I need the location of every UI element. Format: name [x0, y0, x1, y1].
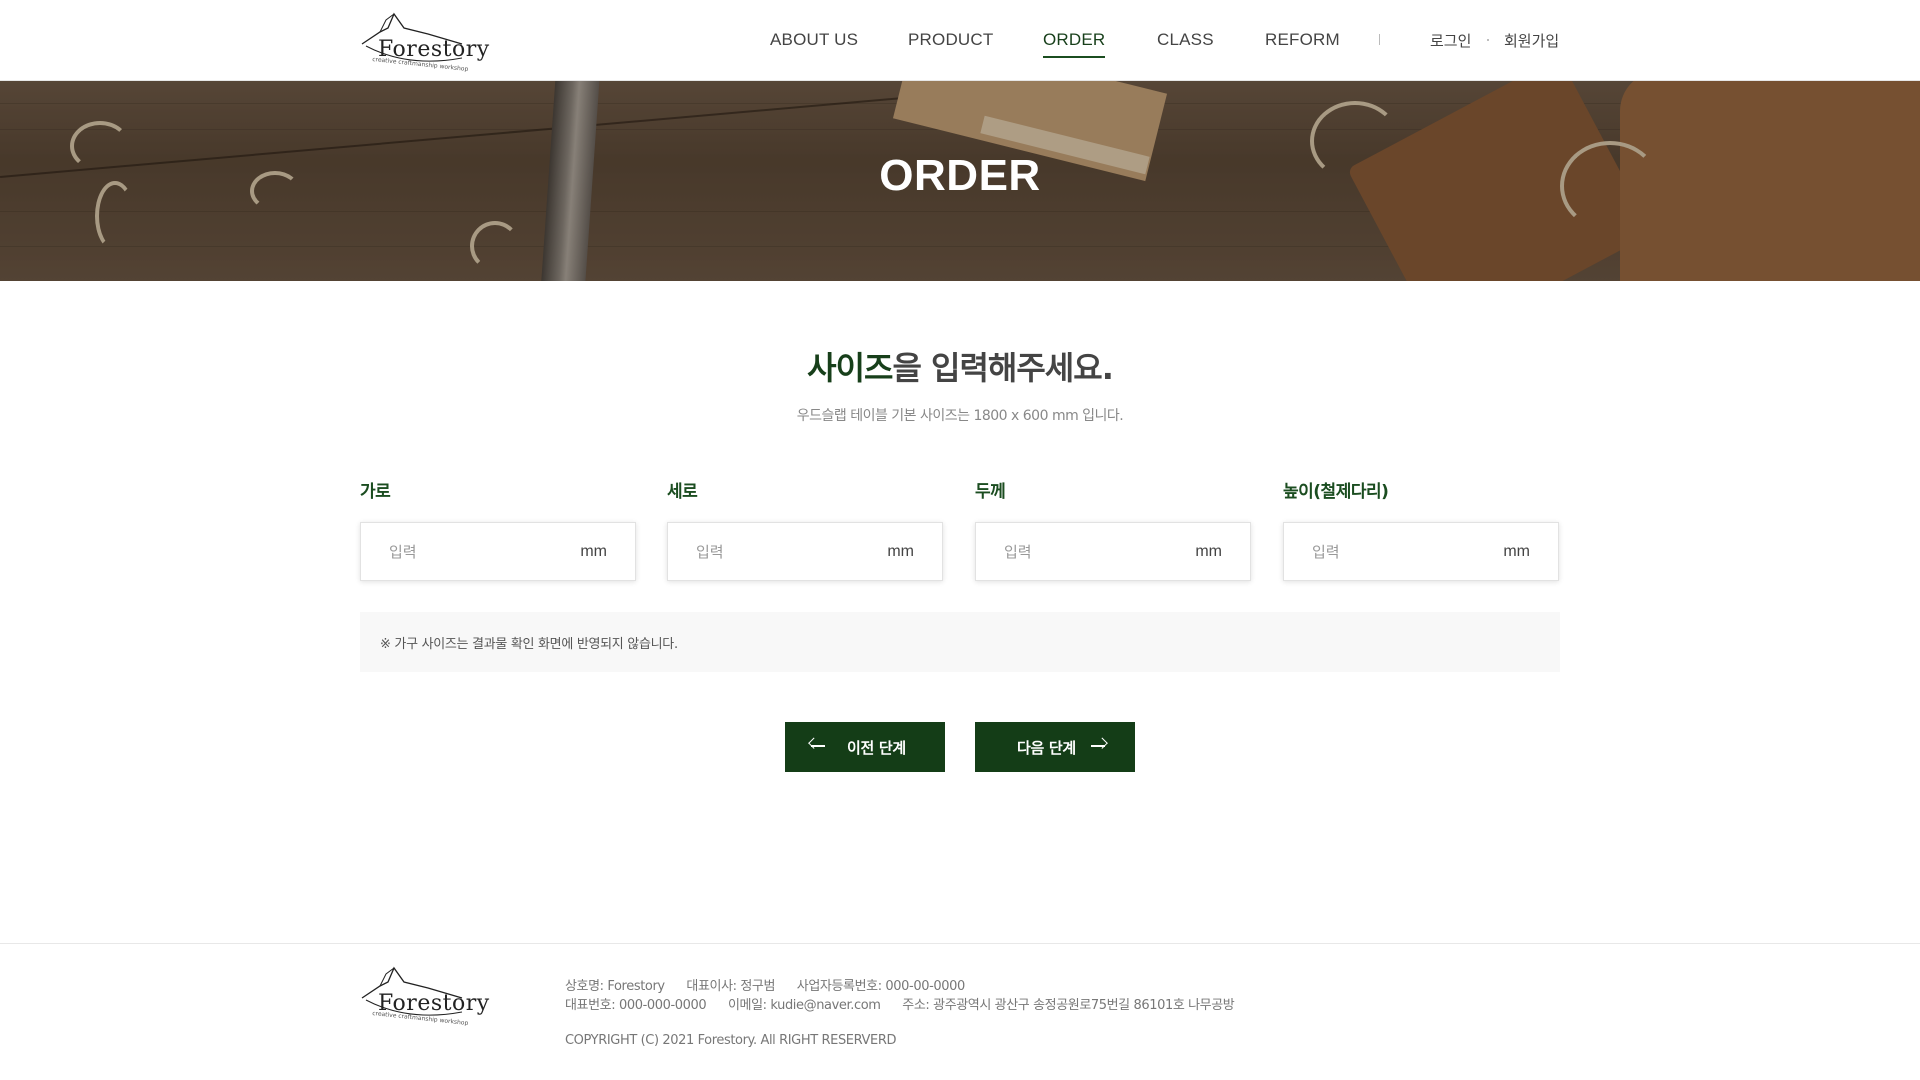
heading-accent: 사이즈: [807, 349, 893, 387]
footer-phone: 대표번호: 000-000-0000: [565, 998, 707, 1013]
height-field: mm: [1283, 522, 1559, 581]
section-heading: 사이즈을 입력해주세요.: [0, 343, 1920, 389]
width-unit: mm: [580, 543, 607, 560]
height-input[interactable]: [1312, 523, 1482, 580]
arrow-right-icon: [1091, 745, 1105, 747]
prev-step-button[interactable]: 이전 단계: [785, 722, 945, 772]
thickness-label: 두께: [975, 482, 1006, 502]
thickness-input[interactable]: [1004, 523, 1174, 580]
auth-divider-dot: [1487, 39, 1489, 41]
footer-copyright: COPYRIGHT (C) 2021 Forestory. All RIGHT …: [565, 1033, 897, 1048]
site-header: Forestory creative craftmanship workshop…: [0, 0, 1920, 81]
width-field: mm: [360, 522, 636, 581]
prev-step-label: 이전 단계: [847, 739, 906, 757]
footer-logo[interactable]: Forestory creative craftmanship workshop: [358, 964, 489, 1027]
width-label: 가로: [360, 482, 391, 502]
footer-company-info: 상호명: Forestory 대표이사: 정구범 사업자등록번호: 000-00…: [565, 975, 983, 994]
login-link[interactable]: 로그인: [1430, 30, 1471, 51]
footer-email: 이메일: kudie@naver.com: [727, 998, 881, 1013]
signup-link[interactable]: 회원가입: [1504, 30, 1559, 51]
notice-box: ※ 가구 사이즈는 결과물 확인 화면에 반영되지 않습니다.: [360, 612, 1560, 672]
hero-banner: ORDER: [0, 81, 1920, 281]
footer-address: 주소: 광주광역시 광산구 송정공원로75번길 86101호 나무공방: [902, 998, 1235, 1013]
nav-about-us[interactable]: ABOUT US: [770, 30, 858, 50]
next-step-label: 다음 단계: [1017, 739, 1076, 757]
thickness-field: mm: [975, 522, 1251, 581]
next-step-button[interactable]: 다음 단계: [975, 722, 1135, 772]
length-input[interactable]: [696, 523, 866, 580]
footer-contact-info: 대표번호: 000-000-0000 이메일: kudie@naver.com …: [565, 994, 1252, 1013]
footer-business-no: 사업자등록번호: 000-00-0000: [796, 979, 965, 994]
length-field: mm: [667, 522, 943, 581]
nav-product[interactable]: PRODUCT: [908, 30, 993, 50]
nav-reform[interactable]: REFORM: [1265, 30, 1340, 50]
nav-class[interactable]: CLASS: [1157, 30, 1214, 50]
default-size-note: 우드슬랩 테이블 기본 사이즈는 1800 x 600 mm 입니다.: [796, 408, 1124, 424]
length-label: 세로: [667, 482, 698, 502]
arrow-left-icon: [811, 745, 825, 747]
length-unit: mm: [887, 543, 914, 560]
height-label: 높이(철제다리): [1283, 482, 1389, 502]
page-title: ORDER: [879, 151, 1041, 200]
notice-text: ※ 가구 사이즈는 결과물 확인 화면에 반영되지 않습니다.: [380, 637, 678, 652]
forestory-logo[interactable]: Forestory creative craftmanship workshop: [358, 10, 489, 73]
heading-rest: 을 입력해주세요.: [892, 349, 1113, 387]
site-footer: Forestory creative craftmanship workshop…: [0, 943, 1920, 1080]
nav-order[interactable]: ORDER: [1043, 30, 1106, 58]
footer-ceo: 대표이사: 정구범: [686, 979, 776, 994]
height-unit: mm: [1503, 543, 1530, 560]
thickness-unit: mm: [1195, 543, 1222, 560]
width-input[interactable]: [389, 523, 559, 580]
nav-divider: [1379, 34, 1380, 45]
footer-company: 상호명: Forestory: [565, 979, 665, 994]
